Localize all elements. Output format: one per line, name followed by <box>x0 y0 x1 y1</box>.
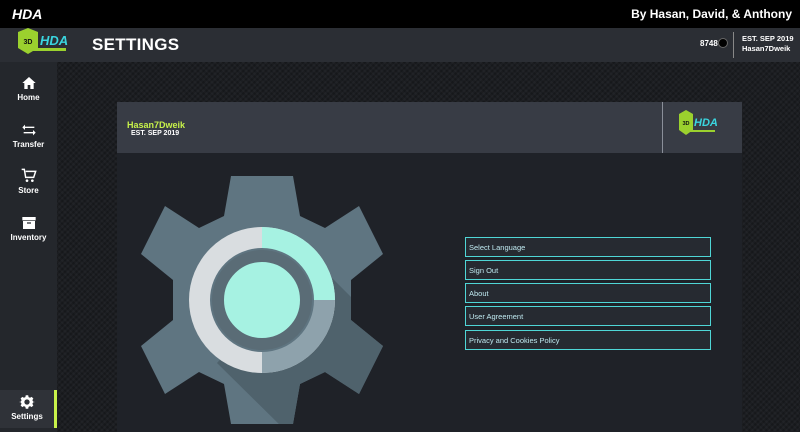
svg-text:3D: 3D <box>682 121 689 127</box>
est-date: EST. SEP 2019 <box>742 34 794 43</box>
window-titlebar: HDA By Hasan, David, & Anthony <box>0 0 800 28</box>
panel-header: Hasan7Dweik EST. SEP 2019 3D HDA <box>117 102 742 153</box>
svg-text:3D: 3D <box>24 39 33 46</box>
home-icon <box>21 77 36 89</box>
privacy-policy-button[interactable]: Privacy and Cookies Policy <box>465 330 711 350</box>
sidebar-item-transfer[interactable]: Transfer <box>0 122 57 166</box>
gear-icon <box>19 395 35 409</box>
app-name: HDA <box>12 6 43 22</box>
sidebar-item-inventory[interactable]: Inventory <box>0 215 57 259</box>
coin-icon <box>718 38 728 48</box>
header-username: Hasan7Dweik <box>742 44 791 53</box>
transfer-icon <box>21 124 36 136</box>
logo-text: HDA <box>40 33 68 48</box>
coin-balance: 8748 <box>700 39 718 48</box>
sidebar-item-settings[interactable]: Settings <box>0 390 57 428</box>
page-title: SETTINGS <box>92 35 180 54</box>
app-header: 3D HDA SETTINGS 8748 EST. SEP 2019 Hasan… <box>0 28 800 62</box>
sign-out-button[interactable]: Sign Out <box>465 260 711 280</box>
settings-gear-illustration <box>141 176 383 424</box>
panel-username: Hasan7Dweik <box>127 120 186 130</box>
sidebar-item-label: Store <box>18 186 39 195</box>
cart-icon <box>21 168 37 182</box>
hda-logo: 3D HDA <box>679 110 717 135</box>
hda-logo: 3D HDA <box>18 28 68 54</box>
select-language-button[interactable]: Select Language <box>465 237 711 257</box>
sidebar-item-label: Settings <box>11 412 43 421</box>
sidebar-item-label: Transfer <box>12 140 45 149</box>
about-button[interactable]: About <box>465 283 711 303</box>
sidebar-item-store[interactable]: Store <box>0 168 57 212</box>
main-content: Hasan7Dweik EST. SEP 2019 3D HDA Select … <box>57 62 800 432</box>
account-info: EST. SEP 2019 Hasan7Dweik <box>742 34 794 54</box>
header-divider <box>733 32 734 58</box>
user-agreement-button[interactable]: User Agreement <box>465 306 711 326</box>
archive-icon <box>21 217 36 229</box>
credits-text: By Hasan, David, & Anthony <box>631 7 792 21</box>
panel-est-date: EST. SEP 2019 <box>131 130 180 137</box>
sidebar-item-label: Inventory <box>10 233 47 242</box>
logo-text: HDA <box>694 117 717 129</box>
settings-panel: Hasan7Dweik EST. SEP 2019 3D HDA Select … <box>117 102 742 432</box>
sidebar-item-home[interactable]: Home <box>0 75 57 119</box>
panel-divider <box>662 102 663 153</box>
sidebar-item-label: Home <box>17 93 40 102</box>
sidebar: Home Transfer Store Inventory Settings <box>0 62 57 432</box>
